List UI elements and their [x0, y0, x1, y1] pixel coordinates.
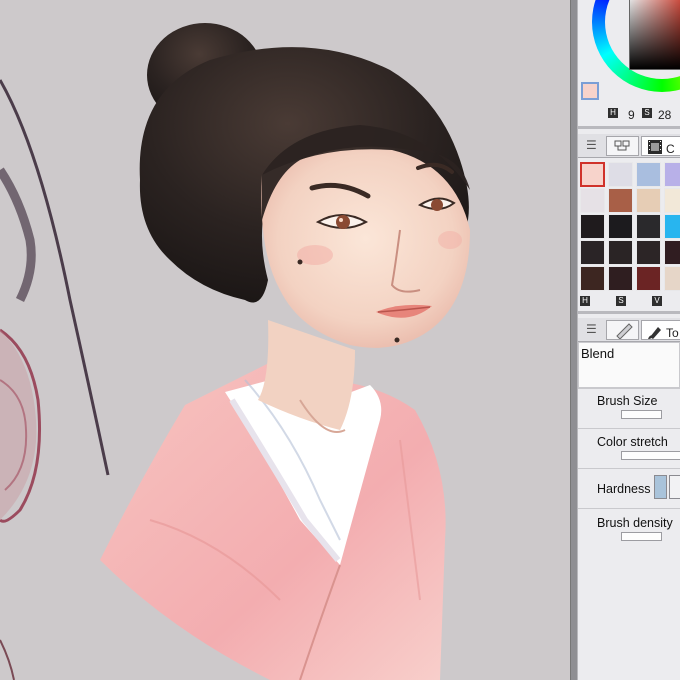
tab-color-set[interactable]: C: [641, 136, 680, 156]
blend-label: Blend: [581, 346, 615, 361]
saturation-value-square[interactable]: [629, 0, 680, 70]
hamburger-menu-icon[interactable]: ☰: [586, 322, 597, 336]
tab-tool-pen[interactable]: [606, 320, 639, 340]
hue-value: 9: [628, 108, 635, 122]
brush-icon: [648, 327, 661, 339]
brush-size-label: Brush Size: [597, 394, 658, 408]
hsv-h-label[interactable]: H: [580, 296, 590, 306]
palette-swatch[interactable]: [580, 266, 605, 291]
brush-density-slider[interactable]: [621, 532, 662, 541]
saturation-value: 28: [658, 108, 672, 122]
palette-swatch[interactable]: [636, 214, 661, 239]
tool-tab-bar: ☰ To: [578, 318, 680, 342]
swatch-tab-bar: ☰ C: [578, 134, 680, 158]
hardness-label: Hardness: [597, 482, 651, 496]
tab-tool-label: To: [666, 326, 679, 340]
hsv-mode-labels: H S V: [578, 296, 680, 308]
tab-navigator[interactable]: [606, 136, 639, 156]
palette-swatch[interactable]: [636, 240, 661, 265]
color-stretch-slider[interactable]: [621, 451, 680, 460]
color-stretch-param: Color stretch: [578, 428, 680, 468]
hardness-level-2[interactable]: [669, 475, 680, 499]
palette-swatch[interactable]: [580, 214, 605, 239]
brush-size-slider[interactable]: [621, 410, 662, 419]
hsv-v-label[interactable]: V: [652, 296, 662, 306]
hardness-level-1[interactable]: [654, 475, 667, 499]
panel-divider[interactable]: [570, 0, 578, 680]
navigator-icon: [614, 140, 630, 151]
palette-swatch[interactable]: [636, 162, 661, 187]
hsv-values-row: H 9 S 28: [578, 108, 680, 124]
artwork: [0, 23, 470, 680]
hsv-s-label[interactable]: S: [616, 296, 626, 306]
palette-swatch[interactable]: [664, 214, 680, 239]
kimono: [100, 360, 446, 680]
film-icon: [648, 140, 662, 154]
brush-density-label: Brush density: [597, 516, 673, 530]
palette-swatch[interactable]: [664, 188, 680, 213]
h-badge: H: [608, 108, 618, 118]
color-stretch-label: Color stretch: [597, 435, 668, 449]
side-panel: H 9 S 28 ☰ C H S V ☰ To Blend Brush Size…: [578, 0, 680, 680]
app-window: H 9 S 28 ☰ C H S V ☰ To Blend Brush Size…: [0, 0, 680, 680]
palette-swatch[interactable]: [636, 188, 661, 213]
main-color-swatch[interactable]: [581, 82, 599, 100]
panel-separator: [578, 311, 680, 314]
tab-tool-brush[interactable]: To: [641, 320, 680, 340]
palette-swatch[interactable]: [580, 162, 605, 187]
blend-mode-box[interactable]: Blend: [578, 342, 680, 388]
s-badge: S: [642, 108, 652, 118]
tab-color-set-label: C: [666, 142, 675, 156]
palette-swatch[interactable]: [608, 266, 633, 291]
brush-size-param: Brush Size: [578, 388, 680, 428]
palette-swatch[interactable]: [664, 162, 680, 187]
face: [261, 149, 470, 348]
sketch-fill: [0, 330, 37, 520]
panel-separator: [578, 126, 680, 129]
drawing-canvas[interactable]: [0, 0, 570, 680]
palette-swatch[interactable]: [608, 240, 633, 265]
palette-swatch[interactable]: [608, 214, 633, 239]
palette-swatch[interactable]: [636, 266, 661, 291]
pen-icon: [616, 323, 633, 340]
palette-swatch[interactable]: [580, 240, 605, 265]
hamburger-menu-icon[interactable]: ☰: [586, 138, 597, 152]
palette-swatch[interactable]: [664, 266, 680, 291]
palette-swatch[interactable]: [608, 188, 633, 213]
palette-swatch[interactable]: [608, 162, 633, 187]
brush-density-param: Brush density: [578, 508, 680, 554]
palette-swatch[interactable]: [580, 188, 605, 213]
palette-swatch[interactable]: [664, 240, 680, 265]
